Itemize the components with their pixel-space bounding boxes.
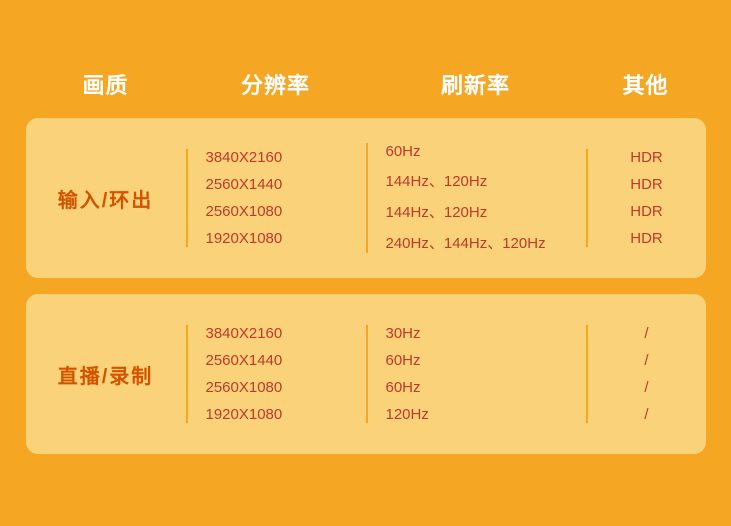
other-1-2: HDR — [630, 203, 663, 220]
other-1-3: HDR — [630, 230, 663, 247]
refresh-1-0: 60Hz — [386, 143, 576, 160]
header-col3: 刷新率 — [366, 68, 586, 100]
other-2-1: / — [644, 352, 648, 369]
other-2-2: / — [644, 379, 648, 396]
resolution-list-2: 3840X2160 2560X1440 2560X1080 1920X1080 — [198, 325, 356, 423]
other-1-1: HDR — [630, 176, 663, 193]
refresh-1-1: 144Hz、120Hz — [386, 170, 576, 191]
row-label-2: 直播/录制 — [26, 360, 186, 389]
refresh-1-3: 240Hz、144Hz、120Hz — [386, 232, 576, 253]
other-1-0: HDR — [630, 149, 663, 166]
other-list-1: HDR HDR HDR HDR — [598, 149, 696, 247]
resolution-list-1: 3840X2160 2560X1440 2560X1080 1920X1080 — [198, 149, 356, 247]
res-2-1: 2560X1440 — [206, 352, 356, 369]
res-2-0: 3840X2160 — [206, 325, 356, 342]
res-1-0: 3840X2160 — [206, 149, 356, 166]
other-list-2: / / / / — [598, 325, 696, 423]
table-header: 画质 分辨率 刷新率 其他 — [26, 56, 706, 118]
col-refresh-1: 60Hz 144Hz、120Hz 144Hz、120Hz 240Hz、144Hz… — [366, 143, 586, 253]
col-resolutions-2: 3840X2160 2560X1440 2560X1080 1920X1080 — [186, 325, 366, 423]
refresh-2-3: 120Hz — [386, 406, 576, 423]
res-1-1: 2560X1440 — [206, 176, 356, 193]
header-col1: 画质 — [26, 68, 186, 100]
res-1-3: 1920X1080 — [206, 230, 356, 247]
col-other-2: / / / / — [586, 325, 706, 423]
col-refresh-2: 30Hz 60Hz 60Hz 120Hz — [366, 325, 586, 423]
data-row-2: 直播/录制 3840X2160 2560X1440 2560X1080 1920… — [26, 294, 706, 454]
col-resolutions-1: 3840X2160 2560X1440 2560X1080 1920X1080 — [186, 149, 366, 247]
row-live-record: 直播/录制 3840X2160 2560X1440 2560X1080 1920… — [26, 294, 706, 454]
res-2-2: 2560X1080 — [206, 379, 356, 396]
header-col2: 分辨率 — [186, 68, 366, 100]
refresh-2-0: 30Hz — [386, 325, 576, 342]
header-col4: 其他 — [586, 68, 706, 100]
refresh-2-2: 60Hz — [386, 379, 576, 396]
row-label-1: 输入/环出 — [26, 184, 186, 213]
refresh-list-1: 60Hz 144Hz、120Hz 144Hz、120Hz 240Hz、144Hz… — [378, 143, 576, 253]
col-other-1: HDR HDR HDR HDR — [586, 149, 706, 247]
refresh-1-2: 144Hz、120Hz — [386, 201, 576, 222]
data-row-1: 输入/环出 3840X2160 2560X1440 2560X1080 1920… — [26, 118, 706, 278]
refresh-list-2: 30Hz 60Hz 60Hz 120Hz — [378, 325, 576, 423]
other-2-3: / — [644, 406, 648, 423]
other-2-0: / — [644, 325, 648, 342]
row-input-output: 输入/环出 3840X2160 2560X1440 2560X1080 1920… — [26, 118, 706, 278]
res-1-2: 2560X1080 — [206, 203, 356, 220]
table-container: 画质 分辨率 刷新率 其他 输入/环出 3840X2160 2560X1440 … — [26, 56, 706, 470]
refresh-2-1: 60Hz — [386, 352, 576, 369]
res-2-3: 1920X1080 — [206, 406, 356, 423]
